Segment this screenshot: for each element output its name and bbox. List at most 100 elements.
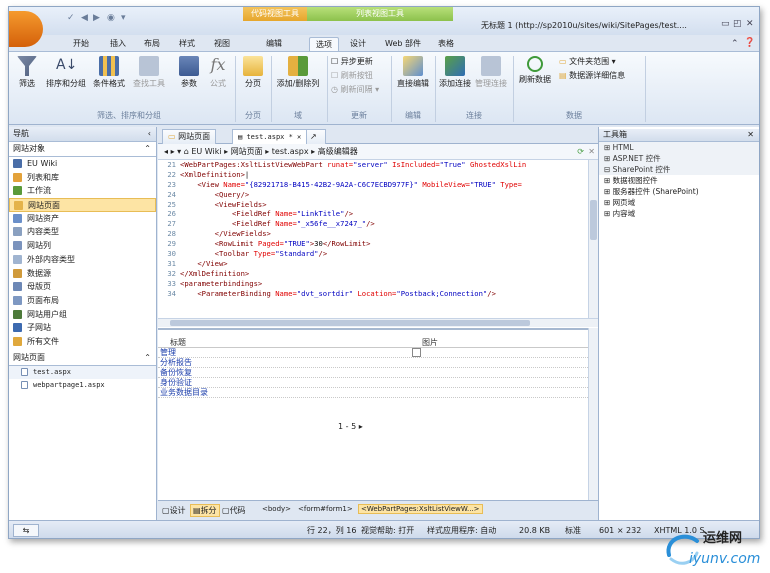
scroll-thumb[interactable] bbox=[170, 320, 530, 326]
nav-item[interactable]: 工作流 bbox=[9, 184, 156, 198]
add-remove-columns-button[interactable]: 添加/删除列 bbox=[273, 54, 323, 89]
tag-crumb[interactable]: <form#form1> bbox=[298, 505, 353, 513]
code-horizontal-scrollbar[interactable] bbox=[158, 318, 598, 327]
list-item-title[interactable]: 业务数据目录 bbox=[158, 388, 208, 397]
new-tab-button[interactable]: ↗ bbox=[306, 129, 326, 144]
list-item[interactable]: 备份恢复 bbox=[158, 368, 588, 378]
code-line[interactable]: 26 <FieldRef Name="LinkTitle"/> bbox=[158, 209, 588, 219]
design-view[interactable]: 标题 图片 管理 分析报告 备份恢复 身份验证 业务数据目录 1 - 5 ▸ bbox=[158, 328, 588, 500]
status-icon[interactable]: ⇆ bbox=[13, 524, 39, 537]
code-line[interactable]: 25 <ViewFields> bbox=[158, 200, 588, 210]
expand-icon[interactable]: ⊞ bbox=[604, 198, 613, 207]
scroll-thumb[interactable] bbox=[590, 200, 597, 240]
code-line[interactable]: 32 </XmlDefinition> bbox=[158, 269, 588, 279]
tab-design[interactable]: 设计 bbox=[345, 37, 371, 52]
parameters-button[interactable]: 参数 bbox=[175, 54, 203, 89]
tab-edit[interactable]: 编辑 bbox=[261, 37, 287, 52]
folder-scope-dropdown[interactable]: ▭ 文件夹范围 ▾ bbox=[559, 56, 616, 67]
list-item-title[interactable]: 管理 bbox=[158, 348, 176, 357]
nav-item[interactable]: 网站页面 bbox=[9, 198, 156, 212]
file-item-test-aspx[interactable]: test.aspx bbox=[9, 365, 156, 379]
design-mode-button[interactable]: ▢设计 bbox=[162, 505, 186, 516]
breadcrumb-item[interactable]: test.aspx bbox=[272, 147, 309, 156]
expand-icon[interactable]: ⊞ bbox=[604, 209, 613, 218]
file-item-webpartpage1[interactable]: webpartpage1.aspx bbox=[9, 379, 156, 392]
tab-style[interactable]: 样式 bbox=[174, 37, 200, 52]
code-mode-button[interactable]: ▢代码 bbox=[222, 505, 246, 516]
code-line[interactable]: 21 <WebPartPages:XsltListViewWebPart runa… bbox=[158, 160, 588, 170]
column-image-header[interactable]: 图片 bbox=[422, 338, 438, 348]
expand-icon[interactable]: ⊞ bbox=[604, 187, 613, 196]
site-objects-header[interactable]: 网站对象 ⌃ bbox=[9, 142, 156, 157]
add-connection-button[interactable]: 添加连接 bbox=[437, 54, 473, 89]
code-line[interactable]: 23 <View Name="{82921718-B415-42B2-9A2A-… bbox=[158, 180, 588, 190]
close-toolbox-icon[interactable]: ✕ bbox=[747, 129, 754, 141]
code-line[interactable]: 30 <Toolbar Type="Standard"/> bbox=[158, 249, 588, 259]
toolbox-item[interactable]: ⊟ SharePoint 控件 bbox=[599, 164, 759, 175]
code-line[interactable]: 24 <Query/> bbox=[158, 190, 588, 200]
quick-access-dropdown-icon[interactable]: ▾ bbox=[121, 13, 126, 23]
toolbox-item[interactable]: ⊞ 数据视图控件 bbox=[599, 175, 759, 186]
tab-home[interactable]: 开始 bbox=[67, 37, 95, 52]
list-item[interactable]: 分析报告 bbox=[158, 358, 588, 368]
nav-item[interactable]: 数据源 bbox=[9, 267, 156, 281]
close-window-icon[interactable]: ✕ bbox=[746, 19, 754, 29]
tag-crumb[interactable]: <body> bbox=[262, 505, 291, 513]
code-vertical-scrollbar[interactable] bbox=[588, 160, 598, 318]
list-item-title[interactable]: 备份恢复 bbox=[158, 368, 192, 377]
code-line[interactable]: 33 <parameterbindings> bbox=[158, 279, 588, 289]
nav-item[interactable]: 网站列 bbox=[9, 239, 156, 253]
breadcrumb-item[interactable]: EU Wiki bbox=[191, 147, 221, 156]
list-item[interactable]: 业务数据目录 bbox=[158, 388, 588, 398]
tab-site-pages[interactable]: ▭ 网站页面 bbox=[162, 129, 217, 144]
nav-item[interactable]: 外部内容类型 bbox=[9, 253, 156, 267]
minimize-icon[interactable]: ▭ bbox=[721, 19, 730, 29]
design-vertical-scrollbar[interactable] bbox=[588, 328, 598, 500]
code-line[interactable]: 27 <FieldRef Name="_x56fe__x7247_"/> bbox=[158, 219, 588, 229]
list-item[interactable]: 管理 bbox=[158, 348, 588, 358]
refresh-data-button[interactable]: 刷新数据 bbox=[515, 54, 555, 85]
expand-icon[interactable]: ⊞ bbox=[604, 143, 613, 152]
datasource-details-button[interactable]: ▤ 数据源详细信息 bbox=[559, 70, 625, 81]
expand-icon[interactable]: ⊞ bbox=[604, 176, 613, 185]
column-title-header[interactable]: 标题 bbox=[170, 338, 186, 348]
code-line[interactable]: 31 </View> bbox=[158, 259, 588, 269]
chevron-up-icon[interactable]: ⌃ bbox=[144, 142, 151, 156]
split-mode-button[interactable]: ▤拆分 bbox=[190, 504, 220, 517]
preview-icon[interactable]: ◉ bbox=[107, 13, 115, 23]
toolbox-item[interactable]: ⊞ HTML bbox=[599, 142, 759, 153]
paging-button[interactable]: 分页 bbox=[239, 54, 267, 89]
chevron-up-icon[interactable]: ⌃ bbox=[144, 351, 151, 365]
save-icon[interactable]: ✓ bbox=[67, 13, 75, 23]
nav-item[interactable]: 母版页 bbox=[9, 280, 156, 294]
close-tab-icon[interactable]: ✕ bbox=[297, 133, 301, 141]
conditional-format-button[interactable]: 条件格式 bbox=[89, 54, 129, 89]
code-line[interactable]: 34 <ParameterBinding Name="dvt_sortdir" … bbox=[158, 289, 588, 299]
code-line[interactable]: 29 <RowLimit Paged="TRUE">30</RowLimit> bbox=[158, 239, 588, 249]
expand-icon[interactable]: ⊞ bbox=[604, 154, 613, 163]
nav-item[interactable]: 内容类型 bbox=[9, 225, 156, 239]
nav-item[interactable]: 子网站 bbox=[9, 321, 156, 335]
nav-item[interactable]: 页面布局 bbox=[9, 294, 156, 308]
list-pager[interactable]: 1 - 5 ▸ bbox=[338, 422, 363, 431]
tab-options[interactable]: 选项 bbox=[309, 37, 339, 52]
redo-icon[interactable]: ▶ bbox=[93, 13, 100, 23]
code-line[interactable]: 28 </ViewFields> bbox=[158, 229, 588, 239]
filter-button[interactable]: 筛选 bbox=[13, 54, 41, 89]
nav-item[interactable]: 网站资产 bbox=[9, 212, 156, 226]
stop-icon[interactable]: ✕ bbox=[588, 144, 595, 159]
code-line[interactable]: 22 <XmlDefinition>| bbox=[158, 170, 588, 180]
refresh-page-icon[interactable]: ⟳ bbox=[577, 144, 584, 159]
inline-edit-button[interactable]: 直接编辑 bbox=[395, 54, 431, 89]
tab-web-parts[interactable]: Web 部件 bbox=[381, 37, 425, 52]
list-item[interactable]: 身份验证 bbox=[158, 378, 588, 388]
toolbox-item[interactable]: ⊞ 内容域 bbox=[599, 208, 759, 219]
list-item-title[interactable]: 身份验证 bbox=[158, 378, 192, 387]
tab-view[interactable]: 视图 bbox=[209, 37, 235, 52]
tag-crumb-selected[interactable]: <WebPartPages:XsltListViewW...> bbox=[358, 504, 483, 514]
tab-insert[interactable]: 插入 bbox=[105, 37, 131, 52]
toolbox-item[interactable]: ⊞ 服务器控件 (SharePoint) bbox=[599, 186, 759, 197]
nav-item[interactable]: 所有文件 bbox=[9, 335, 156, 349]
style-app-status[interactable]: 样式应用程序: 自动 bbox=[427, 521, 496, 538]
ribbon-collapse-icon[interactable]: ⌃ bbox=[731, 39, 739, 49]
